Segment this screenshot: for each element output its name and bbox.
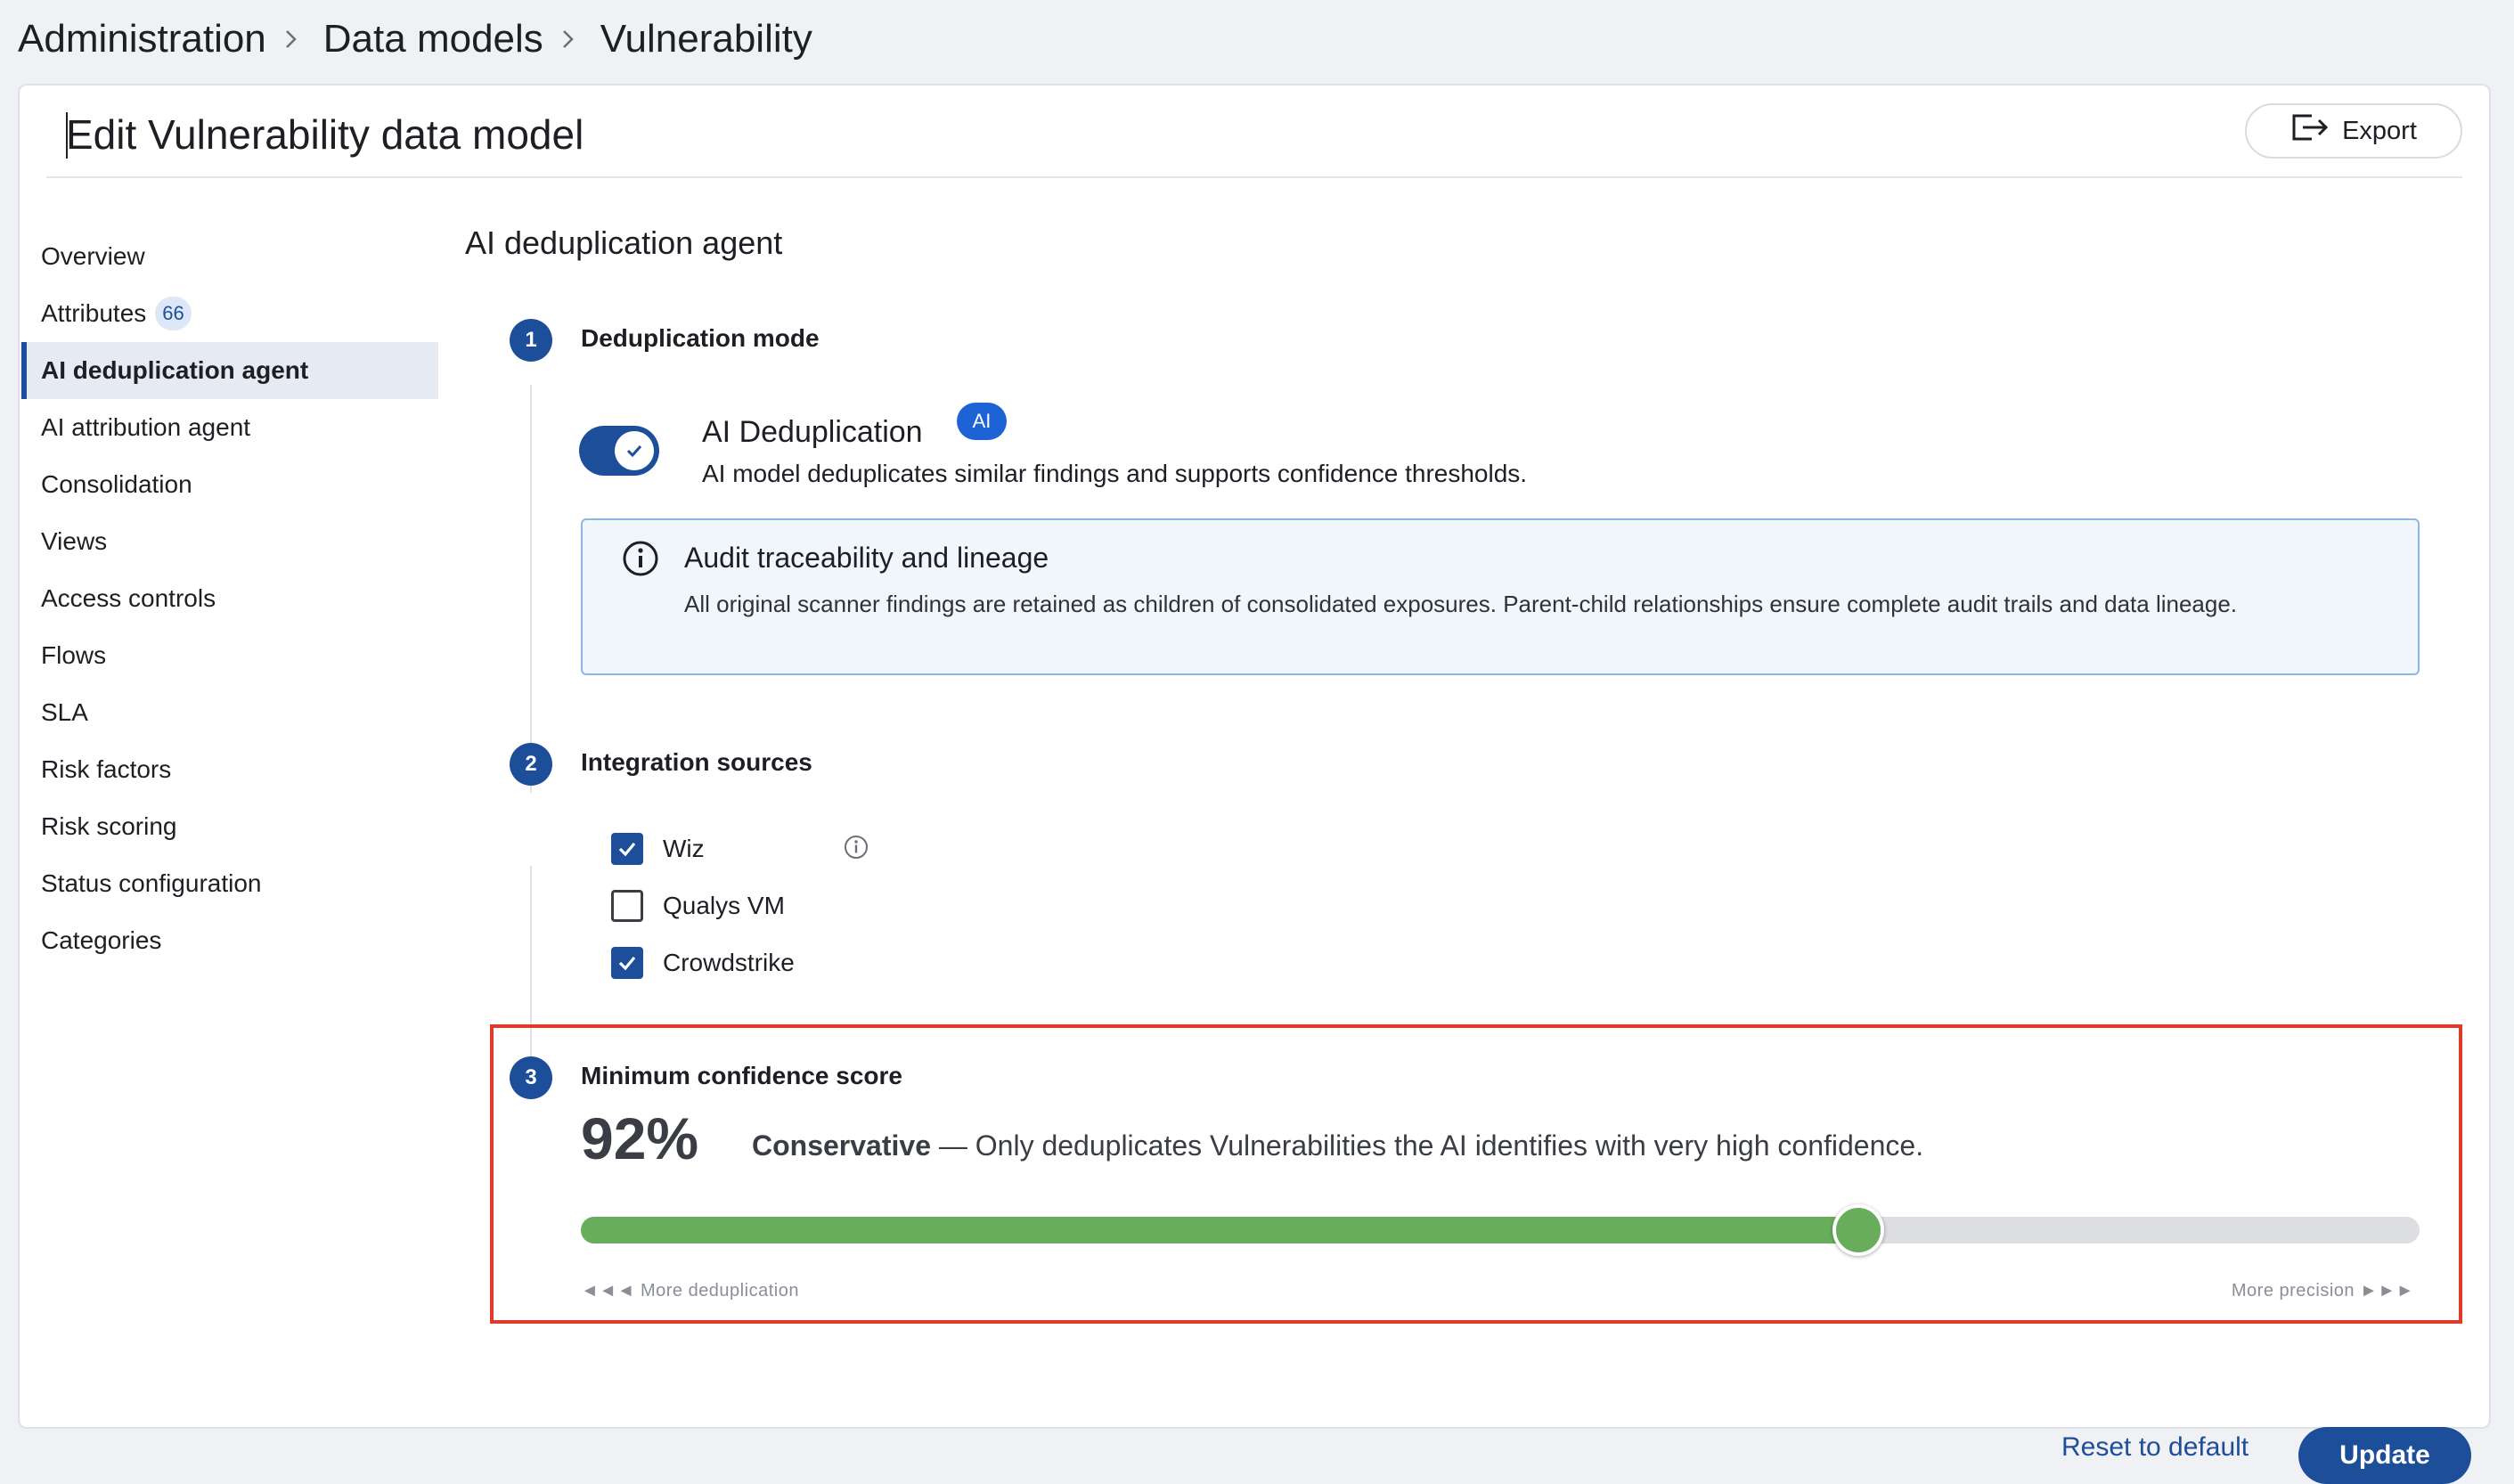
attributes-count-badge: 66	[155, 297, 192, 330]
info-icon	[623, 541, 658, 576]
check-icon	[615, 431, 654, 470]
step-2-title: Integration sources	[581, 748, 812, 776]
nav-item-attributes[interactable]: Attributes 66	[21, 285, 438, 342]
nav-item-label: Attributes	[41, 299, 147, 327]
breadcrumb-vulnerability: Vulnerability	[600, 17, 812, 61]
nav-item-label: Overview	[41, 242, 145, 270]
nav-item-label: Views	[41, 527, 108, 555]
nav-item-label: SLA	[41, 698, 88, 726]
nav-item-ai-deduplication-agent[interactable]: AI deduplication agent	[21, 342, 438, 399]
export-button[interactable]: Export	[2245, 103, 2462, 159]
nav-item-label: Risk factors	[41, 755, 172, 783]
edit-data-model-card: Edit Vulnerability data model Export Ove…	[18, 84, 2491, 1484]
reset-to-default-link[interactable]: Reset to default	[2061, 1432, 2249, 1463]
nav-item-access-controls[interactable]: Access controls	[21, 570, 438, 627]
nav-item-label: Flows	[41, 641, 107, 669]
ai-badge: AI	[957, 403, 1007, 440]
step-3-badge: 3	[510, 1056, 552, 1099]
checkbox-checked-icon	[611, 947, 643, 979]
nav-item-label: AI attribution agent	[41, 413, 251, 441]
ai-deduplication-description: AI model deduplicates similar findings a…	[702, 460, 1528, 487]
nav-item-sla[interactable]: SLA	[21, 684, 438, 741]
export-label: Export	[2342, 116, 2417, 145]
nav-item-ai-attribution-agent[interactable]: AI attribution agent	[21, 399, 438, 456]
page-title: Edit Vulnerability data model	[66, 111, 584, 158]
update-button[interactable]: Update	[2298, 1427, 2471, 1484]
audit-info-box: Audit traceability and lineage All origi…	[581, 518, 2420, 675]
nav-item-label: AI deduplication agent	[41, 356, 309, 384]
source-label: Wiz	[663, 835, 705, 862]
info-icon[interactable]	[843, 834, 869, 860]
nav-item-overview[interactable]: Overview	[21, 228, 438, 285]
confidence-slider[interactable]	[581, 1204, 2420, 1256]
source-checkbox-crowdstrike[interactable]: Crowdstrike	[611, 941, 795, 985]
confidence-value: 92%	[581, 1105, 699, 1171]
chevron-right-icon	[284, 29, 306, 50]
source-checkbox-wiz[interactable]: Wiz	[611, 827, 705, 871]
step-1-badge: 1	[510, 319, 552, 362]
nav-item-label: Consolidation	[41, 470, 192, 498]
source-label: Qualys VM	[663, 892, 785, 919]
confidence-description: Conservative — Only deduplicates Vulnera…	[752, 1129, 1923, 1162]
source-label: Crowdstrike	[663, 949, 795, 976]
nav-item-flows[interactable]: Flows	[21, 627, 438, 684]
breadcrumb-administration[interactable]: Administration	[18, 17, 266, 61]
more-precision-label: More precision ►►►	[2231, 1281, 2414, 1301]
nav-item-views[interactable]: Views	[21, 513, 438, 570]
checkbox-checked-icon	[611, 833, 643, 865]
chevron-right-icon	[561, 29, 583, 50]
step-3-title: Minimum confidence score	[581, 1062, 902, 1089]
slider-fill	[581, 1217, 1859, 1243]
more-deduplication-label: ◄◄◄ More deduplication	[581, 1281, 799, 1301]
info-text: All original scanner findings are retain…	[684, 591, 2238, 617]
step-2-badge: 2	[510, 743, 552, 786]
ai-deduplication-label: AI Deduplication	[702, 415, 923, 449]
ai-deduplication-toggle[interactable]	[579, 426, 659, 476]
checkbox-unchecked-icon	[611, 890, 643, 922]
breadcrumb: Administration Data models Vulnerability	[18, 12, 812, 66]
nav-item-label: Access controls	[41, 584, 216, 612]
nav-item-categories[interactable]: Categories	[21, 912, 438, 969]
nav-item-label: Status configuration	[41, 869, 262, 897]
nav-item-label: Categories	[41, 926, 162, 954]
source-checkbox-qualys-vm[interactable]: Qualys VM	[611, 884, 785, 928]
nav-item-risk-factors[interactable]: Risk factors	[21, 741, 438, 798]
nav-item-status-configuration[interactable]: Status configuration	[21, 855, 438, 912]
breadcrumb-data-models[interactable]: Data models	[323, 17, 543, 61]
section-title: AI deduplication agent	[465, 224, 783, 261]
step-1-title: Deduplication mode	[581, 324, 820, 352]
confidence-mode-description: — Only deduplicates Vulnerabilities the …	[930, 1129, 1924, 1162]
sidebar-nav: Overview Attributes 66 AI deduplication …	[21, 228, 438, 969]
card-header: Edit Vulnerability data model Export	[46, 86, 2462, 178]
export-icon	[2290, 112, 2330, 150]
nav-item-risk-scoring[interactable]: Risk scoring	[21, 798, 438, 855]
nav-item-consolidation[interactable]: Consolidation	[21, 456, 438, 513]
confidence-mode: Conservative	[752, 1129, 931, 1162]
step-connector-line	[530, 385, 532, 793]
nav-item-label: Risk scoring	[41, 812, 177, 840]
info-title: Audit traceability and lineage	[684, 542, 1049, 574]
